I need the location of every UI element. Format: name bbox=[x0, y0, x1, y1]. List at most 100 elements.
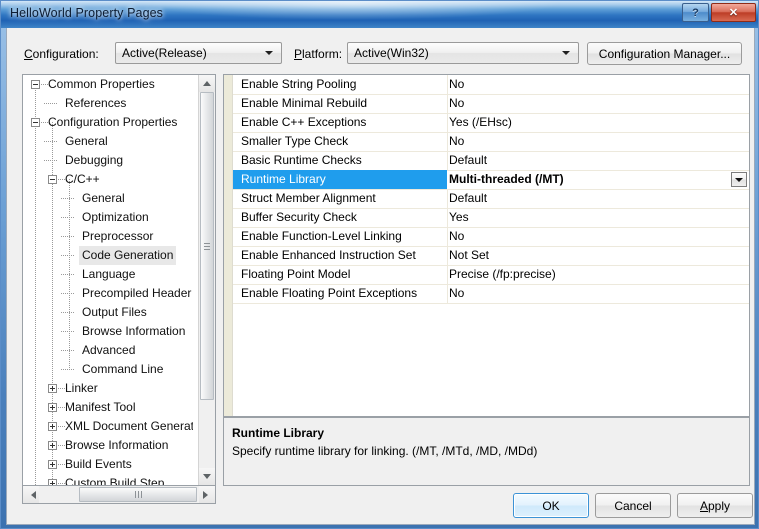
property-value-dropdown-button[interactable] bbox=[731, 172, 747, 187]
close-button[interactable]: ✕ bbox=[711, 3, 756, 22]
property-row[interactable]: Enable C++ Exceptions Yes (/EHsc) bbox=[233, 113, 749, 133]
tree-item[interactable]: Precompiled Header bbox=[23, 284, 193, 303]
description-switches: (/MT, /MTd, /MD, /MDd) bbox=[412, 444, 538, 458]
tree-item[interactable]: Command Line bbox=[23, 360, 193, 379]
tree-item[interactable]: Browse Information bbox=[23, 436, 193, 455]
property-value[interactable]: Yes bbox=[449, 210, 469, 224]
tree-item[interactable]: Optimization bbox=[23, 208, 193, 227]
property-value[interactable]: No bbox=[449, 229, 464, 243]
tree-item[interactable]: Configuration Properties bbox=[23, 113, 193, 132]
tree-item[interactable]: General bbox=[23, 189, 193, 208]
property-name: Basic Runtime Checks bbox=[241, 153, 362, 167]
property-row[interactable]: Smaller Type Check No bbox=[233, 132, 749, 152]
tree-vertical-scrollbar[interactable] bbox=[198, 75, 215, 485]
tree-item[interactable]: Output Files bbox=[23, 303, 193, 322]
property-grid[interactable]: Enable String Pooling No Enable Minimal Re… bbox=[223, 74, 750, 417]
property-column-divider[interactable] bbox=[447, 75, 448, 94]
tree-item[interactable]: Code Generation bbox=[23, 246, 193, 265]
property-row[interactable]: Enable String Pooling No bbox=[233, 75, 749, 95]
chevron-down-icon[interactable] bbox=[261, 43, 277, 63]
title-bar[interactable]: HelloWorld Property Pages ? ✕ bbox=[1, 1, 758, 28]
dialog-client-area: Configuration: Active(Release) Platform:… bbox=[6, 28, 755, 525]
property-row[interactable]: Enable Minimal Rebuild No bbox=[233, 94, 749, 114]
tree-item[interactable]: Build Events bbox=[23, 455, 193, 474]
property-row[interactable]: Struct Member Alignment Default bbox=[233, 189, 749, 209]
ok-button[interactable]: OK bbox=[513, 493, 589, 518]
tree-item[interactable]: XML Document Generator bbox=[23, 417, 193, 436]
property-name: Buffer Security Check bbox=[241, 210, 357, 224]
property-column-divider[interactable] bbox=[447, 227, 448, 246]
tree-item-label: Browse Information bbox=[65, 438, 169, 452]
tree-connector-stub bbox=[61, 312, 74, 313]
expand-plus-icon[interactable] bbox=[48, 403, 57, 412]
help-button[interactable]: ? bbox=[682, 3, 709, 22]
tree-item[interactable]: Browse Information bbox=[23, 322, 193, 341]
property-column-divider[interactable] bbox=[447, 189, 448, 208]
property-value[interactable]: No bbox=[449, 96, 464, 110]
collapse-minus-icon[interactable] bbox=[31, 80, 40, 89]
property-row[interactable]: Enable Function-Level Linking No bbox=[233, 227, 749, 247]
expand-plus-icon[interactable] bbox=[48, 384, 57, 393]
tree-connector-stub bbox=[44, 141, 57, 142]
property-value[interactable]: Not Set bbox=[449, 248, 489, 262]
property-value[interactable]: No bbox=[449, 77, 464, 91]
property-value[interactable]: No bbox=[449, 134, 464, 148]
property-row[interactable]: Floating Point Model Precise (/fp:precise… bbox=[233, 265, 749, 285]
property-tree[interactable]: Common Properties References Configuration… bbox=[22, 74, 216, 486]
chevron-down-icon[interactable] bbox=[558, 43, 574, 63]
expand-plus-icon[interactable] bbox=[48, 441, 57, 450]
tree-item[interactable]: References bbox=[23, 94, 193, 113]
tree-item[interactable]: Custom Build Step bbox=[23, 474, 193, 485]
expand-plus-icon[interactable] bbox=[48, 422, 57, 431]
property-value[interactable]: Multi-threaded (/MT) bbox=[449, 172, 564, 186]
property-column-divider[interactable] bbox=[447, 208, 448, 227]
tree-item-label: Linker bbox=[65, 381, 98, 395]
tree-item[interactable]: Linker bbox=[23, 379, 193, 398]
cancel-button[interactable]: Cancel bbox=[595, 493, 671, 518]
tree-item[interactable]: Manifest Tool bbox=[23, 398, 193, 417]
property-column-divider[interactable] bbox=[447, 132, 448, 151]
tree-item[interactable]: Advanced bbox=[23, 341, 193, 360]
property-column-divider[interactable] bbox=[447, 94, 448, 113]
property-value[interactable]: Default bbox=[449, 191, 487, 205]
property-column-divider[interactable] bbox=[447, 113, 448, 132]
tree-item[interactable]: C/C++ bbox=[23, 170, 193, 189]
configuration-combobox[interactable]: Active(Release) bbox=[115, 42, 282, 64]
property-column-divider[interactable] bbox=[447, 265, 448, 284]
property-value[interactable]: Default bbox=[449, 153, 487, 167]
scroll-up-arrow-icon[interactable] bbox=[199, 75, 215, 92]
property-column-divider[interactable] bbox=[447, 246, 448, 265]
property-column-divider[interactable] bbox=[447, 170, 448, 189]
tree-connector-stub bbox=[61, 236, 74, 237]
tree-item-label: C/C++ bbox=[65, 172, 100, 186]
tree-item[interactable]: Debugging bbox=[23, 151, 193, 170]
tree-item[interactable]: Common Properties bbox=[23, 75, 193, 94]
tree-item[interactable]: General bbox=[23, 132, 193, 151]
property-row[interactable]: Basic Runtime Checks Default bbox=[233, 151, 749, 171]
scroll-down-arrow-icon[interactable] bbox=[199, 468, 215, 485]
property-row[interactable]: Enable Floating Point Exceptions No bbox=[233, 284, 749, 304]
property-row[interactable]: Enable Enhanced Instruction Set Not Set bbox=[233, 246, 749, 266]
platform-combobox-value: Active(Win32) bbox=[354, 46, 429, 60]
collapse-minus-icon[interactable] bbox=[31, 118, 40, 127]
tree-item[interactable]: Language bbox=[23, 265, 193, 284]
property-row-selected[interactable]: Runtime Library Multi-threaded (/MT) bbox=[233, 170, 749, 190]
configuration-manager-button[interactable]: Configuration Manager... bbox=[587, 42, 742, 65]
collapse-minus-icon[interactable] bbox=[48, 175, 57, 184]
property-value[interactable]: No bbox=[449, 286, 464, 300]
tree-item[interactable]: Preprocessor bbox=[23, 227, 193, 246]
expand-plus-icon[interactable] bbox=[48, 479, 57, 485]
property-name: Enable Minimal Rebuild bbox=[241, 96, 368, 110]
property-column-divider[interactable] bbox=[447, 151, 448, 170]
tree-connector-stub bbox=[44, 160, 57, 161]
expand-plus-icon[interactable] bbox=[48, 460, 57, 469]
tree-vertical-scroll-thumb[interactable] bbox=[200, 92, 214, 400]
property-value[interactable]: Precise (/fp:precise) bbox=[449, 267, 556, 281]
property-column-divider[interactable] bbox=[447, 284, 448, 303]
description-body: Specify runtime library for linking. bbox=[232, 444, 409, 458]
tree-item-label: Output Files bbox=[82, 305, 147, 319]
property-value[interactable]: Yes (/EHsc) bbox=[449, 115, 512, 129]
apply-button[interactable]: Apply bbox=[677, 493, 753, 518]
property-row[interactable]: Buffer Security Check Yes bbox=[233, 208, 749, 228]
platform-combobox[interactable]: Active(Win32) bbox=[347, 42, 579, 64]
